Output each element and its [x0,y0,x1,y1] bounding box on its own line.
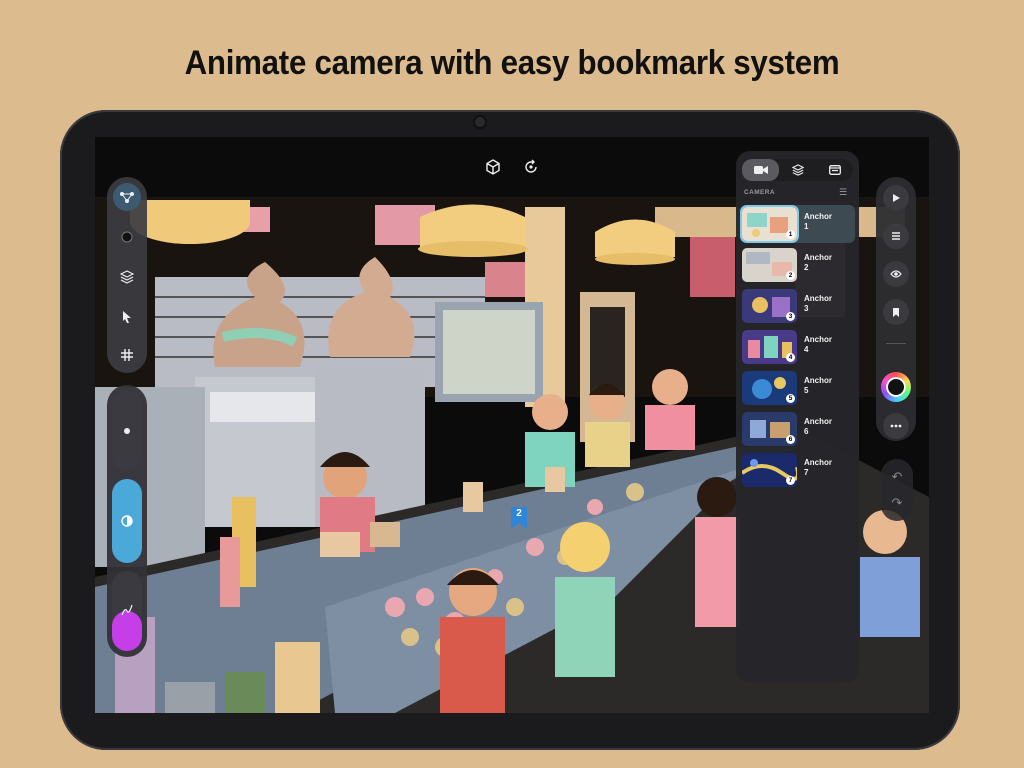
brush-slider [107,385,147,657]
anchor-thumbnail: 2 [742,248,797,282]
headline: Animate camera with easy bookmark system [184,44,840,82]
pointer-icon[interactable] [113,303,141,331]
color-wheel-icon[interactable] [881,372,911,402]
more-icon[interactable] [883,413,909,439]
anchor-item-3[interactable]: 3 Anchor 3 [740,287,855,325]
section-label: CAMERA [744,189,775,196]
camera-panel: CAMERA ☰ 1 Anchor 1 2 Anchor 2 3 Anchor … [736,151,859,683]
anchor-thumbnail: 6 [742,412,797,446]
anchor-number-badge: 7 [786,476,795,485]
anchor-number-badge: 3 [786,312,795,321]
rotate-icon[interactable] [521,157,541,177]
anchor-thumbnail: 7 [742,453,797,487]
anchor-number-badge: 2 [786,271,795,280]
anchor-number-badge: 6 [786,435,795,444]
anchor-thumbnail: 5 [742,371,797,405]
redo-icon[interactable]: ↷ [881,495,913,511]
front-camera [475,117,485,127]
anchor-label: Anchor 7 [804,458,832,477]
camera-icon[interactable] [742,159,779,181]
right-toolbar [876,177,916,441]
undo-icon[interactable]: ↶ [881,469,913,485]
anchor-number-badge: 1 [786,230,795,239]
anchor-label: Anchor 2 [804,253,832,272]
list-icon[interactable] [883,223,909,249]
brush-dot-icon[interactable] [113,223,141,251]
undo-redo-group: ↶ ↷ [881,459,913,521]
bookmark-icon[interactable] [883,299,909,325]
anchor-item-7[interactable]: 7 Anchor 7 [740,451,855,489]
anchor-label: Anchor 4 [804,335,832,354]
left-toolbar [107,177,147,373]
anchor-number-badge: 5 [786,394,795,403]
window-icon[interactable] [816,159,853,181]
anchor-item-2[interactable]: 2 Anchor 2 [740,246,855,284]
anchor-thumbnail: 4 [742,330,797,364]
anchor-item-6[interactable]: 6 Anchor 6 [740,410,855,448]
anchor-item-4[interactable]: 4 Anchor 4 [740,328,855,366]
anchor-thumbnail: 3 [742,289,797,323]
play-icon[interactable] [883,185,909,211]
opacity-icon[interactable] [112,479,142,563]
anchor-label: Anchor 1 [804,212,832,231]
list-menu-icon[interactable]: ☰ [839,187,847,198]
bookmark-number: 2 [516,508,522,519]
anchor-item-5[interactable]: 5 Anchor 5 [740,369,855,407]
cube-icon[interactable] [483,157,503,177]
share-nodes-icon[interactable] [113,183,141,211]
anchor-item-1[interactable]: 1 Anchor 1 [740,205,855,243]
layers-icon[interactable] [779,159,816,181]
anchor-label: Anchor 3 [804,294,832,313]
anchor-number-badge: 4 [786,353,795,362]
anchor-thumbnail: 1 [742,207,797,241]
layers-icon[interactable] [113,263,141,291]
divider [886,343,906,344]
eye-icon[interactable] [883,261,909,287]
size-dot-icon[interactable] [112,391,142,471]
pen-icon[interactable] [112,604,142,651]
grid-icon[interactable] [113,341,141,369]
anchor-label: Anchor 6 [804,417,832,436]
camera-bookmark-marker[interactable]: 2 [510,506,528,530]
panel-tabs [742,159,853,181]
anchor-label: Anchor 5 [804,376,832,395]
app-screen: CAMERA ☰ 1 Anchor 1 2 Anchor 2 3 Anchor … [95,137,929,713]
